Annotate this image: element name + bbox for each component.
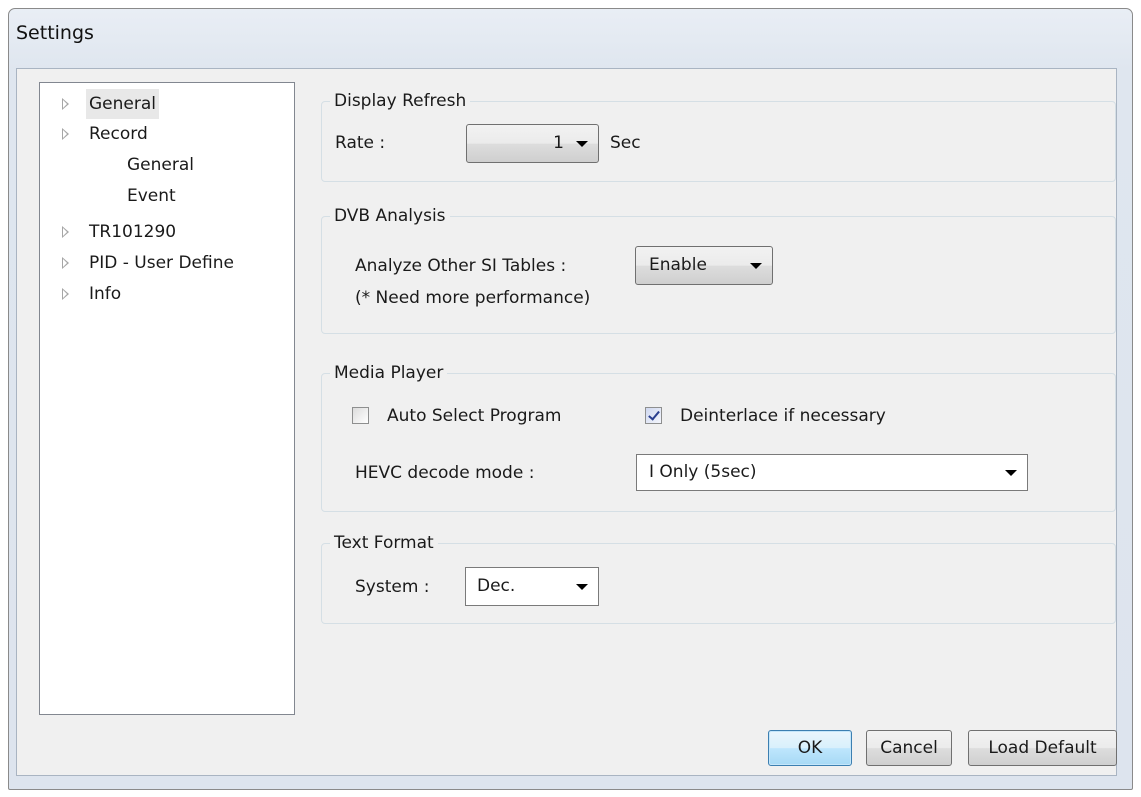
- hevc-decode-mode-dropdown[interactable]: I Only (5sec): [636, 454, 1028, 491]
- chevron-down-icon: [750, 262, 762, 269]
- expand-arrow-icon[interactable]: [62, 288, 69, 300]
- ok-button[interactable]: OK: [768, 730, 852, 766]
- performance-note: (* Need more performance): [355, 288, 591, 308]
- system-value: Dec.: [477, 576, 516, 596]
- system-label: System :: [355, 577, 430, 597]
- display-refresh-group: Display Refresh: [321, 89, 1116, 182]
- analyze-si-value: Enable: [649, 255, 707, 275]
- expand-arrow-icon[interactable]: [62, 98, 69, 110]
- deinterlace-label: Deinterlace if necessary: [680, 406, 886, 426]
- analyze-si-tables-label: Analyze Other SI Tables :: [355, 256, 567, 276]
- tree-item-label: Event: [127, 186, 176, 206]
- chevron-down-icon: [576, 140, 588, 147]
- group-title: DVB Analysis: [330, 204, 450, 228]
- group-title: Display Refresh: [330, 89, 471, 113]
- rate-unit-label: Sec: [610, 133, 641, 153]
- deinterlace-checkbox[interactable]: [645, 407, 662, 424]
- window-title: Settings: [16, 22, 94, 44]
- expand-arrow-icon[interactable]: [62, 226, 69, 238]
- expand-arrow-icon[interactable]: [62, 128, 69, 140]
- settings-tree[interactable]: General Record General Event TR101290 PI…: [39, 82, 295, 715]
- tree-item-label: Info: [89, 284, 122, 304]
- chevron-down-icon: [1005, 469, 1017, 476]
- tree-item-label: TR101290: [89, 222, 177, 242]
- analyze-si-dropdown[interactable]: Enable: [635, 246, 773, 285]
- auto-select-program-checkbox[interactable]: [352, 407, 369, 424]
- rate-label: Rate :: [335, 133, 386, 153]
- tree-item-label: General: [127, 155, 194, 175]
- system-dropdown[interactable]: Dec.: [465, 567, 599, 606]
- expand-arrow-icon[interactable]: [62, 257, 69, 269]
- hevc-decode-mode-value: I Only (5sec): [649, 462, 757, 482]
- text-format-group: Text Format: [321, 531, 1116, 624]
- tree-item-label: PID - User Define: [89, 253, 234, 273]
- rate-dropdown[interactable]: 1: [466, 124, 599, 163]
- group-title: Media Player: [330, 361, 448, 385]
- tree-item-label: General: [86, 89, 159, 119]
- media-player-group: Media Player: [321, 361, 1116, 512]
- chevron-down-icon: [576, 583, 588, 590]
- auto-select-program-label: Auto Select Program: [387, 406, 562, 426]
- cancel-button[interactable]: Cancel: [866, 730, 952, 766]
- group-title: Text Format: [330, 531, 438, 555]
- load-default-button[interactable]: Load Default: [968, 730, 1117, 766]
- hevc-decode-mode-label: HEVC decode mode :: [355, 463, 535, 483]
- tree-item-label: Record: [89, 124, 148, 144]
- rate-value: 1: [553, 133, 564, 153]
